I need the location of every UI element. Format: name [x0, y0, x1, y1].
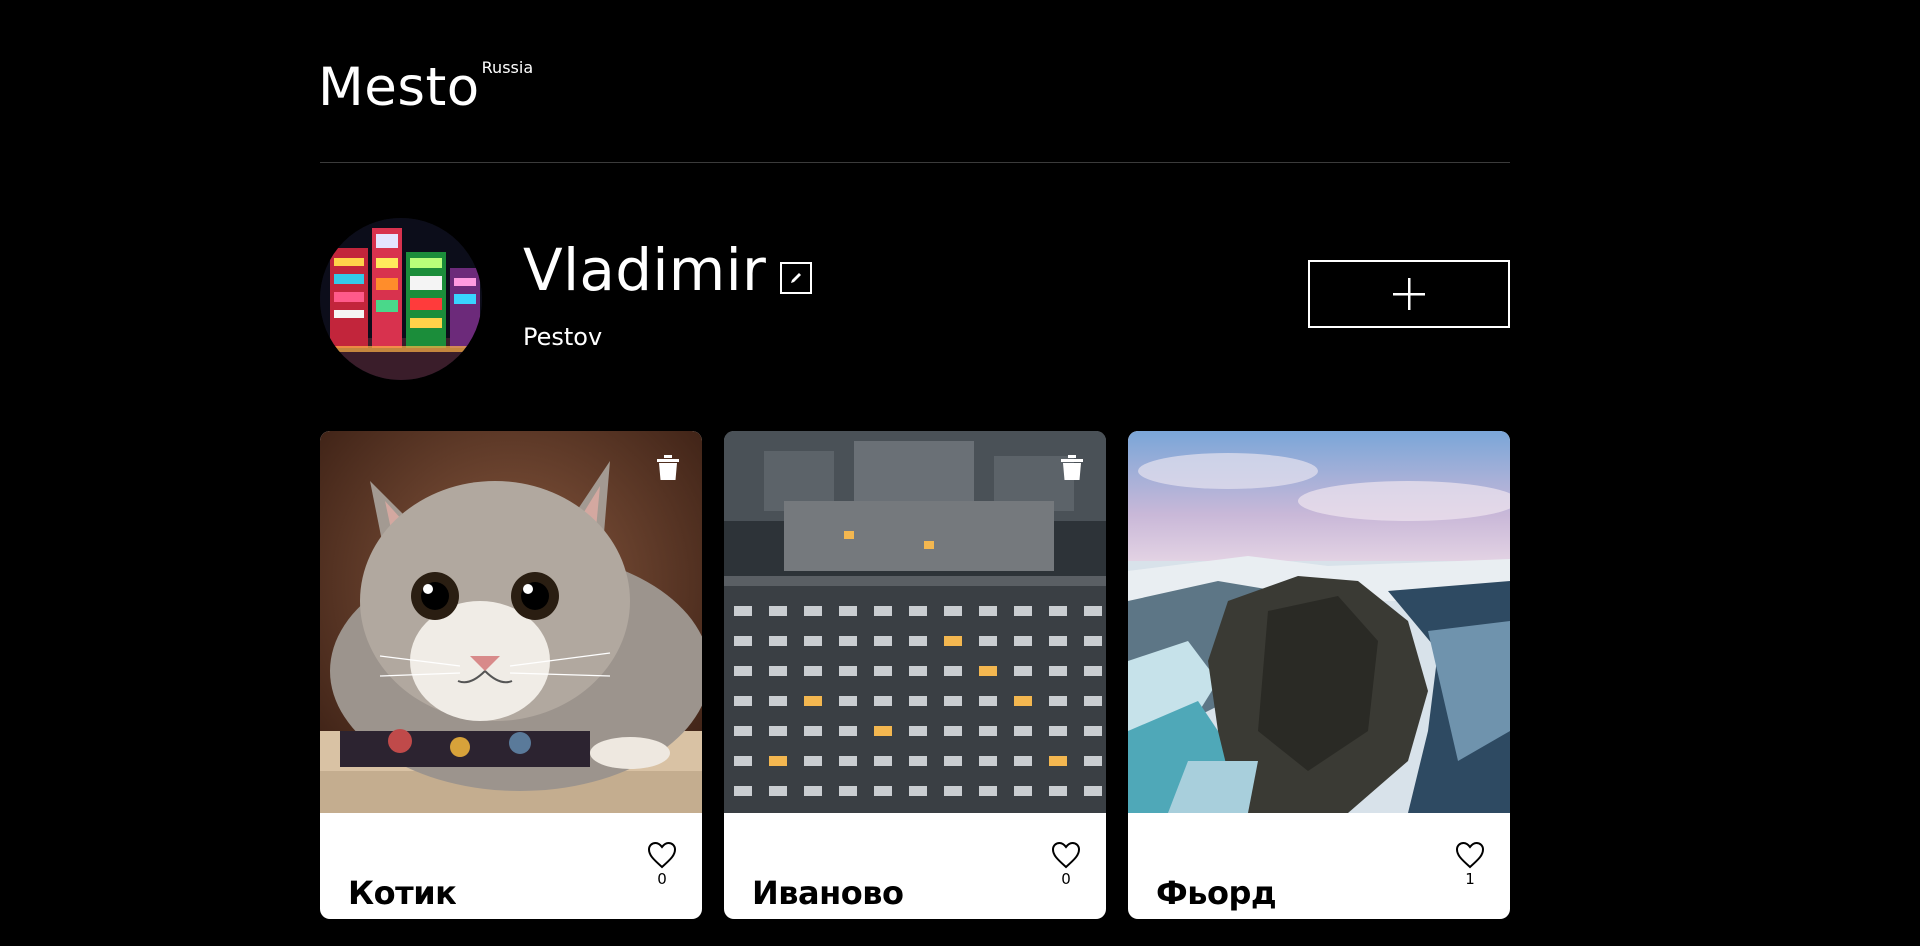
like-count: 0: [657, 870, 667, 888]
card-footer: Иваново 0: [724, 813, 1106, 919]
header: Mesto Russia: [318, 0, 1510, 163]
heart-icon: [1455, 841, 1485, 869]
like-count: 0: [1061, 870, 1071, 888]
card: Иваново 0: [724, 431, 1106, 919]
edit-profile-button[interactable]: [780, 262, 813, 294]
page: Mesto Russia Vladimir Pestov Котик 0 Ива…: [318, 0, 1510, 919]
add-card-button[interactable]: [1308, 260, 1510, 328]
trash-icon: [1061, 455, 1083, 480]
delete-card-button[interactable]: [656, 455, 680, 481]
apartment-building-photo: [724, 431, 1106, 813]
like-button[interactable]: [647, 841, 677, 869]
card-image[interactable]: [320, 431, 702, 813]
pencil-icon: [791, 273, 802, 283]
profile-about: Pestov: [523, 323, 603, 351]
like-group: 1: [1454, 841, 1486, 887]
card: Котик 0: [320, 431, 702, 919]
cat-photo: [320, 431, 702, 813]
cards-grid: Котик 0 Иваново 0 Фьорд 1: [320, 431, 1510, 919]
profile-info: Vladimir Pestov: [523, 236, 813, 351]
plus-icon: [1393, 278, 1425, 310]
card-title: Иваново: [752, 873, 904, 912]
card-title: Фьорд: [1156, 873, 1277, 912]
logo-text: Mesto: [318, 57, 480, 118]
card-image[interactable]: [724, 431, 1106, 813]
logo[interactable]: Mesto Russia: [318, 58, 533, 118]
card-footer: Фьорд 1: [1128, 813, 1510, 919]
profile: Vladimir Pestov: [320, 163, 1510, 431]
trash-icon: [657, 455, 679, 480]
card-title: Котик: [348, 873, 457, 912]
like-count: 1: [1465, 870, 1475, 888]
profile-name: Vladimir: [523, 236, 767, 304]
like-button[interactable]: [1455, 841, 1485, 869]
profile-name-row: Vladimir: [523, 236, 813, 304]
city-night-avatar-image: [320, 218, 482, 380]
like-group: 0: [646, 841, 678, 887]
like-group: 0: [1050, 841, 1082, 887]
fjord-photo: [1128, 431, 1510, 813]
card-image[interactable]: [1128, 431, 1510, 813]
card: Фьорд 1: [1128, 431, 1510, 919]
like-button[interactable]: [1051, 841, 1081, 869]
profile-avatar[interactable]: [320, 218, 482, 380]
delete-card-button[interactable]: [1060, 455, 1084, 481]
card-footer: Котик 0: [320, 813, 702, 919]
heart-icon: [647, 841, 677, 869]
logo-region: Russia: [481, 58, 534, 77]
heart-icon: [1051, 841, 1081, 869]
